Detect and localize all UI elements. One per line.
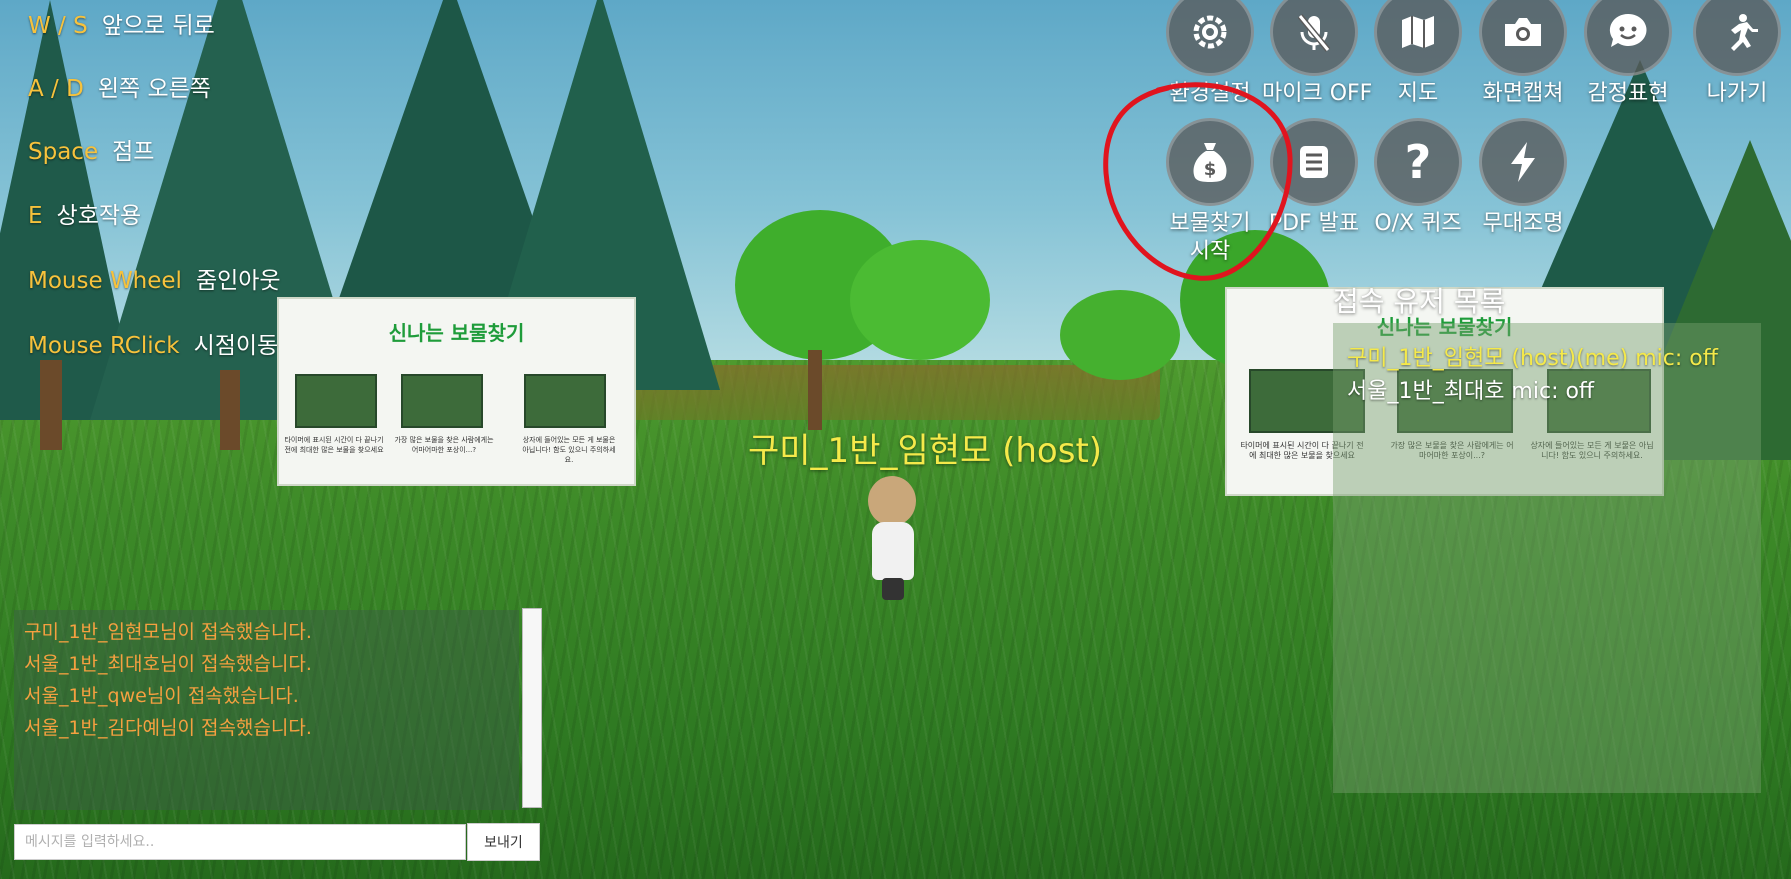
billboard-thumbnail	[401, 374, 483, 428]
mic-off-icon	[1270, 0, 1358, 76]
settings-gear-icon	[1166, 0, 1254, 76]
player-avatar-body	[872, 522, 914, 580]
lightning-icon	[1479, 118, 1567, 206]
player-avatar-legs	[882, 578, 904, 600]
control-help-ad: A / D 왼쪽 오른쪽	[28, 69, 211, 103]
stage-lighting-label: 무대조명	[1482, 211, 1564, 236]
control-action: 앞으로 뒤로	[101, 13, 215, 39]
emoji-chat-icon	[1584, 0, 1672, 76]
control-help-e: E 상호작용	[28, 196, 141, 230]
billboard-caption: 타이머에 표시된 시간이 다 끝나기 전에 최대한 많은 보물을 찾으세요	[284, 436, 384, 454]
chat-message: 서울_1반_qwe님이 접속했습니다.	[24, 685, 299, 707]
camera-icon	[1479, 0, 1567, 76]
emotion-label: 감정표현	[1587, 81, 1669, 106]
control-help-rclick: Mouse RClick 시점이동	[28, 326, 278, 360]
exit-label: 나가기	[1706, 81, 1768, 106]
billboard-caption: 상자에 들어있는 모든 게 보물은 아닙니다! 함도 있으니 주의하세요.	[522, 436, 616, 464]
control-help-ws: W / S 앞으로 뒤로	[28, 6, 215, 40]
control-action: 상호작용	[56, 203, 142, 229]
chat-message: 서울_1반_김다예님이 접속했습니다.	[24, 717, 312, 739]
control-help-space: Space 점프	[28, 132, 154, 166]
control-key: E	[28, 203, 43, 229]
control-key: Mouse RClick	[28, 333, 180, 359]
map-button[interactable]: 지도	[1366, 0, 1470, 108]
chat-send-button[interactable]: 보내기	[467, 823, 540, 861]
control-action: 왼쪽 오른쪽	[97, 76, 211, 102]
screenshot-button[interactable]: 화면캡쳐	[1471, 0, 1575, 108]
billboard-title: 신나는 보물찾기	[388, 321, 525, 345]
connected-users-title: 접속 유저 목록	[1333, 285, 1506, 318]
billboard-thumbnail	[295, 374, 377, 428]
question-mark-icon: ?	[1374, 118, 1462, 206]
chat-message-input[interactable]	[14, 824, 466, 860]
leafy-tree	[1060, 290, 1180, 380]
emotion-button[interactable]: 감정표현	[1576, 0, 1680, 108]
player-avatar-head	[868, 476, 916, 526]
billboard-thumbnail	[524, 374, 606, 428]
leafy-tree	[850, 240, 990, 360]
control-key: W / S	[28, 13, 88, 39]
billboard-caption: 가장 많은 보물을 찾은 사람에게는 어마어마한 포상이...?	[394, 436, 494, 454]
tree-trunk	[40, 360, 62, 450]
stage-lighting-button[interactable]: 무대조명	[1471, 118, 1575, 238]
control-help-wheel: Mouse Wheel 줌인아웃	[28, 261, 281, 295]
tree-trunk	[220, 370, 240, 450]
control-action: 줌인아웃	[195, 268, 281, 294]
ox-quiz-button[interactable]: ? O/X 퀴즈	[1366, 118, 1470, 238]
map-icon	[1374, 0, 1462, 76]
chat-scrollbar[interactable]	[522, 608, 542, 808]
red-annotation-circle	[1103, 82, 1293, 281]
chat-message: 구미_1반_임현모님이 접속했습니다.	[24, 621, 312, 643]
control-key: Space	[28, 139, 99, 165]
running-exit-icon	[1693, 0, 1781, 76]
user-list-item: 서울_1반_최대호 mic: off	[1347, 379, 1595, 404]
control-key: Mouse Wheel	[28, 268, 182, 294]
tree-trunk	[808, 350, 822, 430]
control-action: 시점이동	[193, 333, 279, 359]
user-list-item-me: 구미_1반_임현모 (host)(me) mic: off	[1347, 346, 1718, 371]
treasure-hunt-billboard-left: 신나는 보물찾기 타이머에 표시된 시간이 다 끝나기 전에 최대한 많은 보물…	[277, 297, 636, 486]
chat-message: 서울_1반_최대호님이 접속했습니다.	[24, 653, 312, 675]
control-action: 점프	[112, 139, 155, 165]
exit-button[interactable]: 나가기	[1685, 0, 1789, 108]
map-label: 지도	[1397, 81, 1439, 106]
screenshot-label: 화면캡쳐	[1482, 81, 1564, 106]
player-name-tag: 구미_1반_임현모 (host)	[748, 431, 1103, 471]
control-key: A / D	[28, 76, 84, 102]
ox-quiz-label: O/X 퀴즈	[1374, 211, 1462, 236]
